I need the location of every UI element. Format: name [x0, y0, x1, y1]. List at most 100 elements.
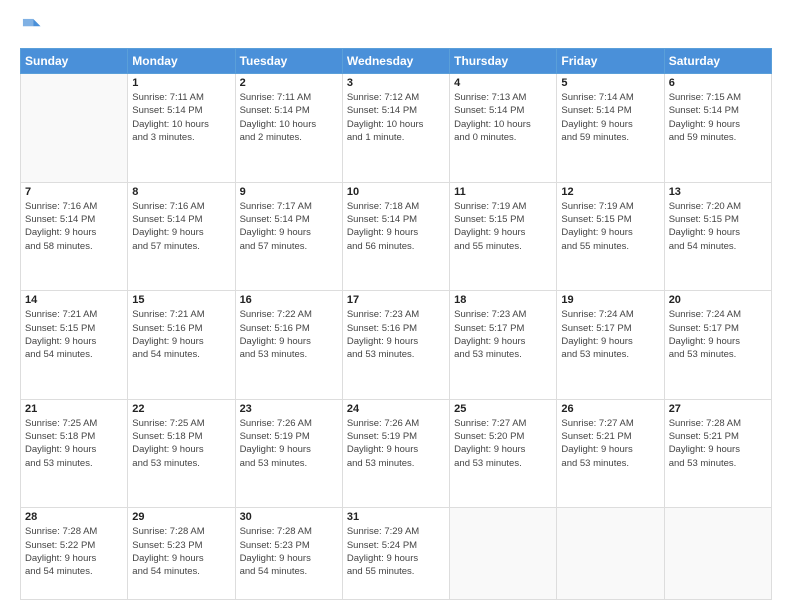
day-number: 2	[240, 77, 338, 89]
day-number: 17	[347, 294, 445, 306]
calendar-cell: 11 Sunrise: 7:19 AM Sunset: 5:15 PM Dayli…	[450, 182, 557, 291]
day-info: Sunrise: 7:13 AM Sunset: 5:14 PM Dayligh…	[454, 91, 552, 144]
calendar-week-row: 1 Sunrise: 7:11 AM Sunset: 5:14 PM Daylig…	[21, 74, 772, 183]
logo	[20, 16, 46, 38]
calendar-cell: 20 Sunrise: 7:24 AM Sunset: 5:17 PM Dayli…	[664, 291, 771, 400]
day-number: 29	[132, 511, 230, 523]
calendar-cell: 25 Sunrise: 7:27 AM Sunset: 5:20 PM Dayli…	[450, 399, 557, 508]
calendar-header-row: SundayMondayTuesdayWednesdayThursdayFrid…	[21, 49, 772, 74]
calendar-header-sunday: Sunday	[21, 49, 128, 74]
calendar-cell: 15 Sunrise: 7:21 AM Sunset: 5:16 PM Dayli…	[128, 291, 235, 400]
page: SundayMondayTuesdayWednesdayThursdayFrid…	[0, 0, 792, 612]
day-info: Sunrise: 7:23 AM Sunset: 5:17 PM Dayligh…	[454, 308, 552, 361]
calendar-cell: 14 Sunrise: 7:21 AM Sunset: 5:15 PM Dayli…	[21, 291, 128, 400]
day-number: 8	[132, 186, 230, 198]
calendar-cell: 17Sunrise: 7:23 AM Sunset: 5:16 PM Dayli…	[342, 291, 449, 400]
calendar-cell: 8 Sunrise: 7:16 AM Sunset: 5:14 PM Daylig…	[128, 182, 235, 291]
calendar-header-thursday: Thursday	[450, 49, 557, 74]
day-info: Sunrise: 7:27 AM Sunset: 5:20 PM Dayligh…	[454, 417, 552, 470]
calendar-cell: 2 Sunrise: 7:11 AM Sunset: 5:14 PM Daylig…	[235, 74, 342, 183]
day-number: 31	[347, 511, 445, 523]
calendar-header-monday: Monday	[128, 49, 235, 74]
calendar-cell	[664, 508, 771, 600]
day-number: 10	[347, 186, 445, 198]
day-number: 12	[561, 186, 659, 198]
calendar-cell: 26Sunrise: 7:27 AM Sunset: 5:21 PM Dayli…	[557, 399, 664, 508]
day-info: Sunrise: 7:28 AM Sunset: 5:21 PM Dayligh…	[669, 417, 767, 470]
day-number: 18	[454, 294, 552, 306]
calendar-week-row: 14 Sunrise: 7:21 AM Sunset: 5:15 PM Dayli…	[21, 291, 772, 400]
day-number: 23	[240, 403, 338, 415]
day-number: 22	[132, 403, 230, 415]
day-number: 30	[240, 511, 338, 523]
day-info: Sunrise: 7:26 AM Sunset: 5:19 PM Dayligh…	[240, 417, 338, 470]
calendar-cell: 21 Sunrise: 7:25 AM Sunset: 5:18 PM Dayli…	[21, 399, 128, 508]
day-info: Sunrise: 7:12 AM Sunset: 5:14 PM Dayligh…	[347, 91, 445, 144]
day-info: Sunrise: 7:19 AM Sunset: 5:15 PM Dayligh…	[454, 200, 552, 253]
day-info: Sunrise: 7:16 AM Sunset: 5:14 PM Dayligh…	[132, 200, 230, 253]
calendar-cell: 4 Sunrise: 7:13 AM Sunset: 5:14 PM Daylig…	[450, 74, 557, 183]
calendar-cell: 9Sunrise: 7:17 AM Sunset: 5:14 PM Daylig…	[235, 182, 342, 291]
day-number: 27	[669, 403, 767, 415]
day-info: Sunrise: 7:27 AM Sunset: 5:21 PM Dayligh…	[561, 417, 659, 470]
calendar-cell: 7 Sunrise: 7:16 AM Sunset: 5:14 PM Daylig…	[21, 182, 128, 291]
day-info: Sunrise: 7:29 AM Sunset: 5:24 PM Dayligh…	[347, 525, 445, 578]
calendar-cell: 6Sunrise: 7:15 AM Sunset: 5:14 PM Daylig…	[664, 74, 771, 183]
day-info: Sunrise: 7:28 AM Sunset: 5:23 PM Dayligh…	[132, 525, 230, 578]
day-number: 3	[347, 77, 445, 89]
day-number: 16	[240, 294, 338, 306]
calendar-table: SundayMondayTuesdayWednesdayThursdayFrid…	[20, 48, 772, 600]
calendar-cell	[450, 508, 557, 600]
calendar-week-row: 7 Sunrise: 7:16 AM Sunset: 5:14 PM Daylig…	[21, 182, 772, 291]
calendar-cell: 1 Sunrise: 7:11 AM Sunset: 5:14 PM Daylig…	[128, 74, 235, 183]
day-info: Sunrise: 7:25 AM Sunset: 5:18 PM Dayligh…	[25, 417, 123, 470]
day-info: Sunrise: 7:11 AM Sunset: 5:14 PM Dayligh…	[132, 91, 230, 144]
day-info: Sunrise: 7:21 AM Sunset: 5:16 PM Dayligh…	[132, 308, 230, 361]
day-number: 4	[454, 77, 552, 89]
day-info: Sunrise: 7:26 AM Sunset: 5:19 PM Dayligh…	[347, 417, 445, 470]
day-number: 11	[454, 186, 552, 198]
day-number: 24	[347, 403, 445, 415]
calendar-cell: 24 Sunrise: 7:26 AM Sunset: 5:19 PM Dayli…	[342, 399, 449, 508]
calendar-cell: 3 Sunrise: 7:12 AM Sunset: 5:14 PM Daylig…	[342, 74, 449, 183]
day-number: 25	[454, 403, 552, 415]
day-number: 7	[25, 186, 123, 198]
calendar-cell: 28 Sunrise: 7:28 AM Sunset: 5:22 PM Dayli…	[21, 508, 128, 600]
calendar-cell: 27 Sunrise: 7:28 AM Sunset: 5:21 PM Dayli…	[664, 399, 771, 508]
day-info: Sunrise: 7:15 AM Sunset: 5:14 PM Dayligh…	[669, 91, 767, 144]
day-info: Sunrise: 7:18 AM Sunset: 5:14 PM Dayligh…	[347, 200, 445, 253]
day-number: 21	[25, 403, 123, 415]
day-info: Sunrise: 7:20 AM Sunset: 5:15 PM Dayligh…	[669, 200, 767, 253]
day-number: 14	[25, 294, 123, 306]
day-info: Sunrise: 7:24 AM Sunset: 5:17 PM Dayligh…	[669, 308, 767, 361]
day-number: 20	[669, 294, 767, 306]
calendar-header-tuesday: Tuesday	[235, 49, 342, 74]
day-info: Sunrise: 7:14 AM Sunset: 5:14 PM Dayligh…	[561, 91, 659, 144]
calendar-cell	[21, 74, 128, 183]
header	[20, 16, 772, 38]
calendar-header-friday: Friday	[557, 49, 664, 74]
calendar-cell: 31 Sunrise: 7:29 AM Sunset: 5:24 PM Dayli…	[342, 508, 449, 600]
calendar-cell: 18 Sunrise: 7:23 AM Sunset: 5:17 PM Dayli…	[450, 291, 557, 400]
day-number: 13	[669, 186, 767, 198]
calendar-cell: 10 Sunrise: 7:18 AM Sunset: 5:14 PM Dayli…	[342, 182, 449, 291]
calendar-week-row: 21 Sunrise: 7:25 AM Sunset: 5:18 PM Dayli…	[21, 399, 772, 508]
calendar-cell	[557, 508, 664, 600]
calendar-cell: 23 Sunrise: 7:26 AM Sunset: 5:19 PM Dayli…	[235, 399, 342, 508]
day-info: Sunrise: 7:11 AM Sunset: 5:14 PM Dayligh…	[240, 91, 338, 144]
day-info: Sunrise: 7:21 AM Sunset: 5:15 PM Dayligh…	[25, 308, 123, 361]
day-info: Sunrise: 7:16 AM Sunset: 5:14 PM Dayligh…	[25, 200, 123, 253]
day-info: Sunrise: 7:28 AM Sunset: 5:22 PM Dayligh…	[25, 525, 123, 578]
calendar-cell: 13 Sunrise: 7:20 AM Sunset: 5:15 PM Dayli…	[664, 182, 771, 291]
day-info: Sunrise: 7:25 AM Sunset: 5:18 PM Dayligh…	[132, 417, 230, 470]
logo-icon	[20, 16, 42, 38]
day-number: 15	[132, 294, 230, 306]
day-number: 28	[25, 511, 123, 523]
calendar-cell: 19Sunrise: 7:24 AM Sunset: 5:17 PM Dayli…	[557, 291, 664, 400]
day-number: 1	[132, 77, 230, 89]
day-info: Sunrise: 7:24 AM Sunset: 5:17 PM Dayligh…	[561, 308, 659, 361]
calendar-cell: 22 Sunrise: 7:25 AM Sunset: 5:18 PM Dayli…	[128, 399, 235, 508]
calendar-header-wednesday: Wednesday	[342, 49, 449, 74]
calendar-header-saturday: Saturday	[664, 49, 771, 74]
day-info: Sunrise: 7:28 AM Sunset: 5:23 PM Dayligh…	[240, 525, 338, 578]
